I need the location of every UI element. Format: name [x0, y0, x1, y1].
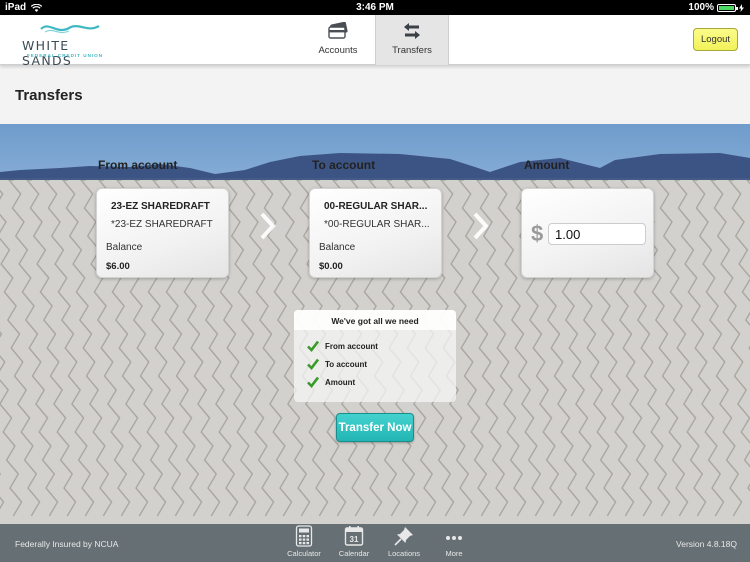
- tool-locations-label: Locations: [387, 549, 421, 558]
- from-account-sub: *23-EZ SHAREDRAFT: [111, 219, 213, 230]
- tool-calendar-label: Calendar: [338, 549, 370, 558]
- logout-button[interactable]: Logout: [693, 28, 738, 51]
- checklist-item: To account: [307, 358, 367, 370]
- checklist-item: Amount: [307, 376, 355, 388]
- checklist-item-label: Amount: [325, 377, 356, 387]
- transfer-arrows-icon: [404, 23, 420, 39]
- tool-calendar[interactable]: 31 Calendar: [329, 525, 379, 558]
- checklist-item: From account: [307, 340, 378, 352]
- currency-symbol: $: [531, 221, 544, 246]
- from-balance-value: $6.00: [106, 261, 130, 272]
- tool-calculator-label: Calculator: [287, 549, 321, 558]
- calendar-day: 31: [350, 535, 359, 544]
- chevron-right-icon: [260, 212, 276, 240]
- to-account-sub: *00-REGULAR SHAR...: [324, 219, 430, 230]
- tool-locations[interactable]: Locations: [379, 525, 429, 558]
- from-account-card[interactable]: 23-EZ SHAREDRAFT *23-EZ SHAREDRAFT Balan…: [96, 188, 229, 278]
- status-bar: iPad 3:46 PM 100%: [0, 0, 750, 15]
- clock: 3:46 PM: [356, 2, 394, 13]
- from-balance-label: Balance: [106, 242, 143, 253]
- white-sands-logo: WHITE SANDS FEDERAL CREDIT UNION: [22, 21, 117, 68]
- readiness-checklist: We've got all we need From account To ac…: [294, 310, 456, 402]
- nav-accounts-label: Accounts: [318, 45, 358, 56]
- logo-subtitle: FEDERAL CREDIT UNION: [27, 53, 104, 58]
- more-dots-icon: [446, 536, 462, 540]
- tool-more-label: More: [445, 549, 463, 558]
- tool-calculator[interactable]: Calculator: [279, 525, 329, 558]
- nav-transfers[interactable]: Transfers: [375, 15, 449, 65]
- battery-icon: [717, 3, 738, 12]
- checkmark-icon: [307, 376, 319, 388]
- chevron-right-icon: [473, 212, 489, 240]
- app-version: Version 4.8.18Q: [676, 539, 737, 549]
- credit-cards-icon: [328, 22, 348, 39]
- transfer-now-button[interactable]: Transfer Now: [336, 413, 414, 442]
- amount-card: $: [521, 188, 654, 278]
- to-account-name: 00-REGULAR SHAR...: [324, 201, 428, 212]
- ncua-insured-text: Federally Insured by NCUA: [15, 539, 119, 549]
- from-account-name: 23-EZ SHAREDRAFT: [111, 201, 210, 212]
- amount-input[interactable]: [548, 223, 646, 245]
- checkmark-icon: [307, 358, 319, 370]
- checkmark-icon: [307, 340, 319, 352]
- pushpin-icon: [394, 527, 413, 546]
- nav-transfers-label: Transfers: [392, 45, 432, 56]
- to-balance-label: Balance: [319, 242, 356, 253]
- calculator-icon: [295, 525, 313, 547]
- tool-more[interactable]: More: [429, 525, 479, 558]
- page-title: Transfers: [15, 87, 83, 104]
- from-account-label: From account: [98, 158, 178, 172]
- page-title-bar: Transfers: [0, 66, 750, 124]
- calendar-icon: 31: [344, 526, 364, 546]
- main-nav: Accounts Transfers: [301, 15, 449, 65]
- checklist-item-label: To account: [325, 359, 368, 369]
- amount-label: Amount: [524, 158, 570, 172]
- checklist-item-label: From account: [325, 341, 378, 351]
- footer-toolbar: Federally Insured by NCUA Calculator 31 …: [0, 524, 750, 562]
- checklist-title: We've got all we need: [294, 310, 456, 330]
- charging-icon: [739, 3, 744, 12]
- footer-tools: Calculator 31 Calendar Locations More: [279, 525, 479, 558]
- wave-logo-icon: [40, 25, 100, 34]
- to-account-card[interactable]: 00-REGULAR SHAR... *00-REGULAR SHAR... B…: [309, 188, 442, 278]
- battery-percent: 100%: [688, 2, 714, 13]
- transfer-panel: From account To account Amount 23-EZ SHA…: [0, 124, 750, 524]
- nav-accounts[interactable]: Accounts: [301, 15, 375, 65]
- app-header: WHITE SANDS FEDERAL CREDIT UNION Account…: [0, 15, 750, 68]
- to-balance-value: $0.00: [319, 261, 343, 272]
- to-account-label: To account: [312, 158, 376, 172]
